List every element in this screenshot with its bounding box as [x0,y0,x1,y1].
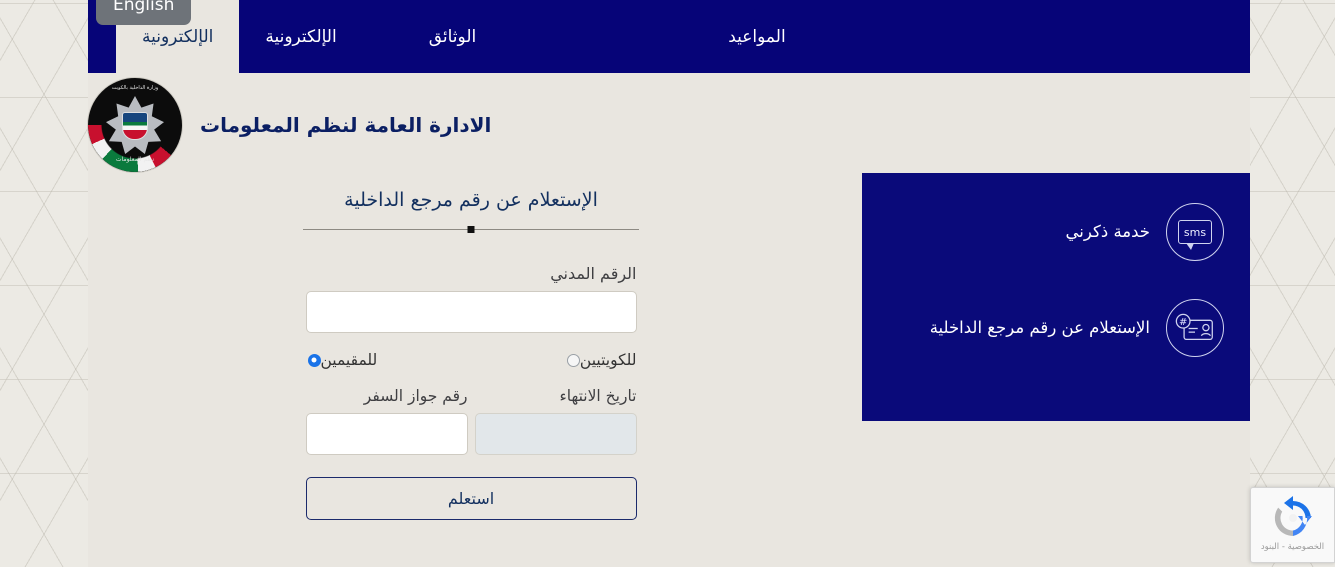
radio-option-residents[interactable]: للمقيمين [306,351,378,369]
radio-option-kuwaitis[interactable]: للكويتيين [565,351,637,369]
expiry-date-input[interactable] [474,413,637,455]
submit-inquiry-button[interactable]: استعلم [305,477,637,520]
service-label: الإستعلام عن رقم مرجع الداخلية [929,317,1150,337]
background-pattern-right [1250,0,1335,567]
civil-number-label: الرقم المدني [550,264,637,283]
radio-label: للمقيمين [320,351,378,369]
inquiry-form: الإستعلام عن رقم مرجع الداخلية الرقم الم… [88,173,854,567]
radio-mark-unselected[interactable] [566,353,580,367]
language-toggle-button[interactable]: English [96,0,192,25]
form-title: الإستعلام عن رقم مرجع الداخلية [344,189,598,211]
radio-mark-selected[interactable] [307,353,321,367]
sms-icon: sms [1166,203,1224,261]
civil-number-input[interactable] [305,291,637,333]
page-container: الإلكترونية الإلكترونية الوثائق المواعيد… [88,0,1250,567]
passport-number-label: رقم جواز السفر [363,387,468,405]
nav-item-documents[interactable]: الوثائق [403,0,503,73]
nav-item-label: المواعيد [728,26,786,47]
id-card-hash-icon: # [1166,299,1224,357]
title-divider-marker [467,226,475,233]
sms-bubble-label: sms [1178,220,1212,250]
emblem-bottom-text: نظم المعلومات [115,156,155,163]
service-label: خدمة ذكرني [1065,221,1150,241]
radio-label: للكويتيين [579,351,637,369]
expiry-date-field-group: تاريخ الانتهاء [474,387,637,455]
background-pattern-left [0,0,88,567]
organization-title: الادارة العامة لنظم المعلومات [200,113,492,137]
site-header: وزارة الداخلية بالكويت نظم المعلومات الا… [88,73,1250,173]
nav-item-electronic[interactable]: الإلكترونية [239,0,362,73]
nav-item-label: الإلكترونية [142,26,214,47]
ministry-emblem-logo: وزارة الداخلية بالكويت نظم المعلومات [88,78,182,172]
nav-item-label: الإلكترونية [265,26,337,47]
civil-number-field-group: الرقم المدني [305,264,637,333]
nav-item-label: الوثائق [428,26,477,47]
top-navigation-bar: الإلكترونية الإلكترونية الوثائق المواعيد… [88,0,1250,73]
nav-item-appointments[interactable]: المواعيد [702,0,811,73]
service-item-reminder[interactable]: sms خدمة ذكرني [884,203,1224,261]
title-divider [303,226,639,233]
passport-number-input[interactable] [305,413,468,455]
emblem-top-text: وزارة الداخلية بالكويت [111,85,159,91]
recaptcha-badge[interactable]: الخصوصية - البنود [1250,487,1335,563]
services-side-panel: sms خدمة ذكرني # الإستعلام عن رقم مرجع ا… [862,173,1250,421]
main-content: sms خدمة ذكرني # الإستعلام عن رقم مرجع ا… [88,173,1250,567]
expiry-date-label: تاريخ الانتهاء [559,387,637,405]
passport-number-field-group: رقم جواز السفر [305,387,468,455]
emblem-shield-icon [122,111,148,140]
nationality-radio-group: للكويتيين للمقيمين [306,351,637,369]
recaptcha-links[interactable]: الخصوصية - البنود [1261,542,1324,552]
service-item-reference-inquiry[interactable]: # الإستعلام عن رقم مرجع الداخلية [884,299,1224,357]
recaptcha-logo-icon [1271,496,1315,540]
passport-fields-row: رقم جواز السفر تاريخ الانتهاء [305,387,637,455]
svg-text:#: # [1179,316,1187,327]
